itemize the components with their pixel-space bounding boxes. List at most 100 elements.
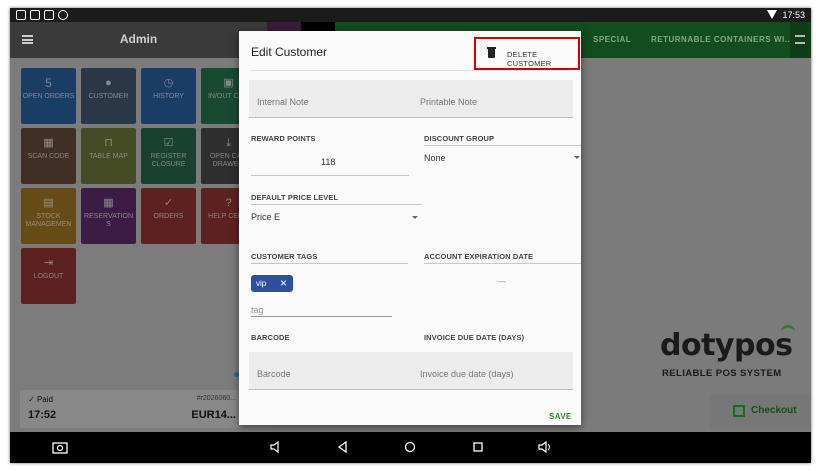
back-icon[interactable]	[336, 440, 348, 454]
forklift-icon: ▤	[43, 197, 54, 209]
tile-label: ORDERS	[153, 213, 184, 220]
calendar-icon: ▦	[103, 197, 114, 209]
trash-icon	[487, 47, 496, 58]
cash-icon: ▣	[223, 77, 234, 89]
recents-icon[interactable]	[472, 440, 484, 454]
tile-orders[interactable]: ✓ ORDERS	[141, 188, 196, 244]
tile-label: OPEN ORDERS	[22, 93, 75, 100]
tile-label: STOCK MANAGEMEN	[25, 213, 72, 228]
save-button[interactable]: SAVE	[549, 412, 572, 421]
account-expiration-label: ACCOUNT EXPIRATION DATE	[424, 252, 534, 261]
tile-stock-management[interactable]: ▤ STOCK MANAGEMEN	[21, 188, 76, 244]
person-icon: ●	[105, 77, 112, 89]
android-nav-bar	[10, 432, 811, 463]
reward-points-underline	[251, 175, 409, 176]
logout-icon: ⇥	[43, 257, 54, 269]
invoice-due-input[interactable]: Invoice due date (days)	[420, 369, 514, 379]
tile-open-orders[interactable]: 5 OPEN ORDERS	[21, 68, 76, 124]
eye-icon	[16, 10, 26, 20]
logo-arc	[781, 325, 795, 332]
discount-group-underline	[424, 145, 581, 146]
table-icon: ⊓	[104, 137, 113, 149]
reward-points-value[interactable]: 118	[321, 157, 335, 167]
edit-customer-dialog: Edit Customer DELETE CUSTOMER Internal N…	[239, 31, 581, 425]
tag-chip[interactable]: vip ×	[251, 275, 293, 292]
delete-customer-label: DELETE CUSTOMER	[507, 50, 552, 68]
check-icon: ✓	[163, 197, 174, 209]
menu-icon	[795, 35, 805, 44]
help-icon: ?	[225, 197, 232, 209]
dotypos-logo: dotypos RELIABLE POS SYSTEM	[660, 325, 810, 388]
tile-label: TABLE MAP	[89, 153, 128, 160]
image-icon	[44, 10, 54, 20]
wallet-icon	[733, 405, 745, 417]
discount-group-select[interactable]: None	[424, 153, 446, 163]
barcode-field-row: Barcode Invoice due date (days)	[249, 352, 573, 390]
document-time: 17:52	[28, 409, 57, 421]
last-document-card[interactable]: ✓ Paid #r2026060... 17:52 EUR14...	[20, 390, 240, 428]
tile-label: HISTORY	[153, 93, 184, 100]
document-amount: EUR14...	[191, 409, 236, 421]
barcode-input[interactable]: Barcode	[257, 369, 291, 379]
divider	[251, 70, 571, 71]
circle-icon	[58, 10, 68, 20]
download-icon: ⤓	[226, 137, 231, 149]
clock-icon: ◷	[163, 77, 174, 89]
notes-field-row: Internal Note Printable Note	[249, 80, 573, 118]
wifi-icon	[767, 10, 777, 19]
tile-label: REGISTER CLOSURE	[150, 153, 187, 168]
discount-group-label: DISCOUNT GROUP	[424, 134, 495, 143]
remove-tag-icon[interactable]: ×	[280, 276, 287, 290]
tile-table-map[interactable]: ⊓ TABLE MAP	[81, 128, 136, 184]
reward-points-label: REWARD POINTS	[251, 134, 316, 143]
account-expiration-underline	[424, 263, 581, 264]
image-icon	[30, 10, 40, 20]
status-bar: 17:53	[10, 8, 811, 22]
open-orders-count: 5	[45, 76, 52, 90]
check-box-icon: ☑	[163, 137, 174, 149]
dropdown-arrow-icon[interactable]	[574, 156, 580, 159]
app-window: 17:53 Admin 5 OPEN ORDERS ● CUSTOMER ◷ HISTOR…	[10, 8, 811, 463]
tag-input-underline	[251, 316, 392, 317]
clock-time: 17:53	[782, 10, 805, 20]
left-toolbar: Admin	[10, 22, 267, 58]
document-status: ✓ Paid	[28, 395, 53, 404]
document-number: #r2026060...	[196, 395, 236, 402]
category-special[interactable]: SPECIAL	[593, 35, 631, 44]
admin-panel: 5 OPEN ORDERS ● CUSTOMER ◷ HISTORY ▣ IN/OUT CA.…	[10, 58, 267, 432]
home-icon[interactable]	[403, 440, 417, 454]
tile-register-closure[interactable]: ☑ REGISTER CLOSURE	[141, 128, 196, 184]
tile-label: SCAN CODE	[27, 153, 70, 160]
default-price-level-select[interactable]: Price E	[251, 212, 280, 222]
checkout-button[interactable]: Checkout	[710, 395, 810, 428]
tile-scan-code[interactable]: ▦ SCAN CODE	[21, 128, 76, 184]
checkout-label: Checkout	[751, 405, 797, 416]
customer-tags-label: CUSTOMER TAGS	[251, 252, 318, 261]
volume-up-icon[interactable]	[537, 440, 553, 454]
tile-label: RESERVATION S	[83, 213, 133, 228]
printable-note-input[interactable]: Printable Note	[420, 97, 477, 107]
tag-input[interactable]: tag	[251, 305, 264, 315]
tile-label: CUSTOMER	[88, 93, 129, 100]
tile-logout[interactable]: ⇥ LOGOUT	[21, 248, 76, 304]
tile-reservations[interactable]: ▦ RESERVATION S	[81, 188, 136, 244]
screenshot-icon[interactable]	[52, 440, 68, 454]
tag-chip-label: vip	[256, 279, 267, 288]
tile-label: LOGOUT	[33, 273, 64, 280]
qr-icon: ▦	[43, 137, 54, 149]
tile-history[interactable]: ◷ HISTORY	[141, 68, 196, 124]
account-expiration-value[interactable]: —	[497, 276, 506, 286]
panel-title: Admin	[119, 32, 158, 46]
document-status-label: Paid	[36, 395, 53, 404]
delete-customer-button[interactable]: DELETE CUSTOMER	[474, 37, 580, 70]
menu-button[interactable]	[790, 22, 811, 58]
logo-word: dotypos	[660, 328, 793, 363]
default-price-level-label: DEFAULT PRICE LEVEL	[251, 193, 339, 202]
invoice-due-label: INVOICE DUE DATE (DAYS)	[424, 333, 525, 342]
internal-note-input[interactable]: Internal Note	[257, 97, 309, 107]
dropdown-arrow-icon[interactable]	[412, 216, 418, 219]
volume-down-icon[interactable]	[269, 440, 283, 454]
category-returnable-containers[interactable]: RETURNABLE CONTAINERS	[651, 35, 771, 44]
tile-customer[interactable]: ● CUSTOMER	[81, 68, 136, 124]
barcode-label: BARCODE	[251, 333, 290, 342]
